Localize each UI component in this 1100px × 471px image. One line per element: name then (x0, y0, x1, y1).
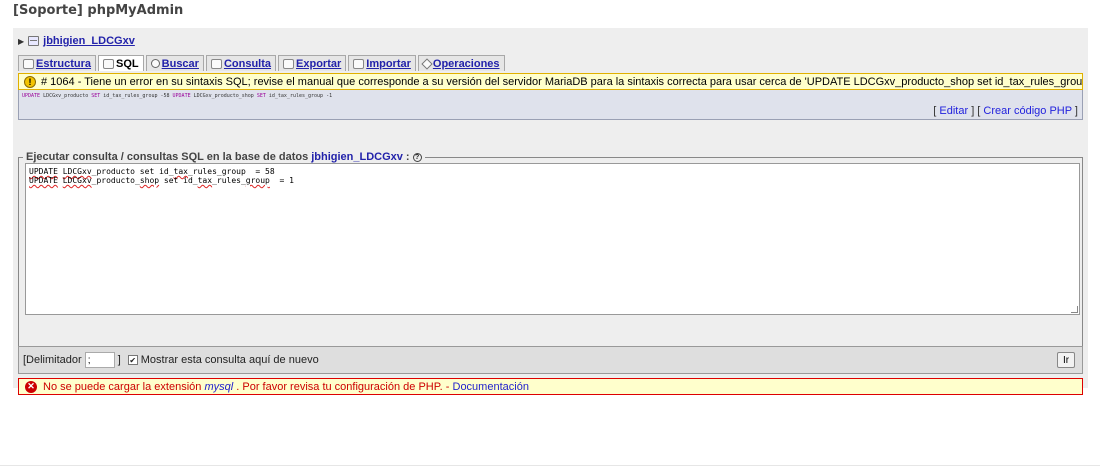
tab-bar: Estructura SQL Buscar Consulta Exportar … (18, 55, 505, 71)
sql-icon (103, 58, 115, 69)
structure-icon (23, 58, 34, 69)
footer-divider (0, 465, 1100, 466)
legend-db-link[interactable]: jbhigien_LDCGxv (311, 151, 403, 163)
search-icon (150, 59, 160, 68)
tab-consulta[interactable]: Consulta (205, 55, 277, 71)
go-button[interactable]: Ir (1057, 352, 1075, 368)
failed-sql-box: UPDATE LDCGxv_producto SET id_tax_rules_… (18, 90, 1083, 120)
documentation-link[interactable]: Documentación (453, 381, 529, 393)
page-title: [Soporte] phpMyAdmin (13, 3, 184, 18)
error-icon: ✕ (25, 380, 37, 393)
help-icon[interactable]: ? (412, 152, 422, 162)
expand-triangle-icon[interactable]: ▶ (18, 37, 24, 46)
sql-actions: [ Editar ] [ Crear código PHP ] (933, 105, 1078, 117)
operations-icon (421, 57, 433, 70)
textarea-resize-handle[interactable] (1071, 306, 1078, 313)
db-link[interactable]: jbhigien_LDCGxv (43, 35, 135, 47)
delimiter-close: ] (117, 354, 121, 366)
import-icon (353, 58, 365, 69)
export-icon (283, 58, 295, 69)
sql-error-message: # 1064 - Tiene un error en su sintaxis S… (41, 75, 1083, 88)
show-query-label: Mostrar esta consulta aquí de nuevo (140, 354, 319, 366)
create-php-link[interactable]: Crear código PHP (983, 105, 1071, 117)
warning-icon: ! (24, 75, 36, 88)
extension-error-box: ✕ No se puede cargar la extensión mysql … (18, 378, 1083, 395)
tab-importar[interactable]: Importar (348, 55, 416, 71)
extension-name: mysql (204, 380, 234, 393)
sql-query-fieldset: Ejecutar consulta / consultas SQL en la … (18, 151, 1083, 346)
delimiter-label: [Delimitador (23, 354, 82, 366)
extension-error-text: No se puede cargar la extensión mysql . … (43, 380, 529, 393)
db-breadcrumb: ▶ jbhigien_LDCGxv (18, 35, 135, 47)
show-query-checkbox[interactable]: ✔ (127, 355, 138, 365)
failed-sql-text: UPDATE LDCGxv_producto SET id_tax_rules_… (22, 93, 333, 99)
query-options-bar: [Delimitador ] ✔ Mostrar esta consulta a… (18, 346, 1083, 374)
tab-sql[interactable]: SQL (98, 55, 144, 71)
phpmyadmin-panel: ▶ jbhigien_LDCGxv Estructura SQL Buscar … (13, 28, 1088, 395)
tab-operaciones[interactable]: Operaciones (417, 55, 505, 71)
sql-query-textarea[interactable]: UPDATE LDCGxv_producto set id_tax_rules_… (25, 163, 1080, 315)
tab-estructura[interactable]: Estructura (18, 55, 97, 71)
edit-link[interactable]: Editar (939, 105, 968, 117)
query-legend: Ejecutar consulta / consultas SQL en la … (23, 151, 425, 163)
sql-error-box: ! # 1064 - Tiene un error en su sintaxis… (18, 73, 1083, 90)
tab-exportar[interactable]: Exportar (278, 55, 347, 71)
query-icon (210, 58, 222, 69)
database-icon (28, 36, 40, 46)
delimiter-input[interactable] (84, 352, 115, 368)
tab-buscar[interactable]: Buscar (145, 55, 204, 71)
